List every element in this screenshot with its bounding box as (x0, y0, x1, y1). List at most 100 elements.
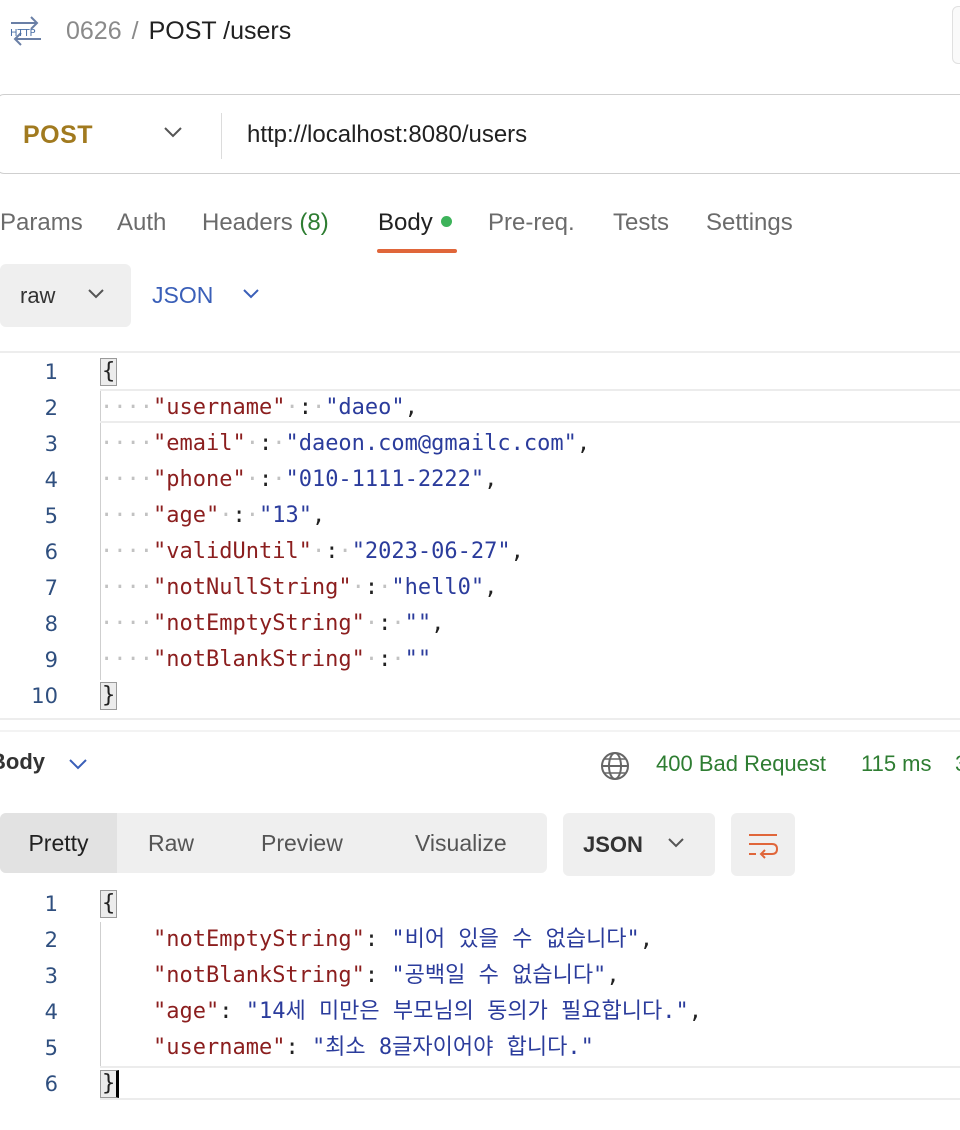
code-line: 6 } (0, 1066, 960, 1102)
comma: , (311, 503, 326, 528)
http-icon: HTTP (8, 14, 44, 53)
json-key: "notEmptyString" (152, 927, 365, 952)
url-input[interactable]: http://localhost:8080/users (247, 95, 527, 175)
tab-headers[interactable]: Headers (8) (202, 200, 329, 250)
json-value: "공백일 수 없습니다" (391, 963, 607, 988)
code-line: 9 ····"notBlankString"·:·"" (0, 642, 960, 678)
code-line: 4 "age": "14세 미만은 부모님의 동의가 필요합니다.", (0, 994, 960, 1030)
tab-preview[interactable]: Preview (261, 813, 343, 873)
json-value: "daeo" (325, 395, 405, 420)
json-value: "daeon.com@gmailc.com" (285, 431, 577, 456)
divider (0, 351, 960, 353)
request-tabs: Params Auth Headers (8) Body Pre-req. Te… (0, 200, 960, 260)
tab-auth[interactable]: Auth (117, 200, 166, 250)
tab-label: Tests (613, 209, 670, 236)
json-key: "notNullString" (152, 575, 352, 600)
response-section-select[interactable]: Body (0, 749, 45, 775)
brace: } (100, 682, 118, 710)
response-format-label: JSON (583, 832, 643, 857)
http-request-view: HTTP 0626 / POST /users POST http://localh… (0, 0, 960, 1130)
json-key: "notEmptyString" (152, 611, 365, 636)
tab-label: Body (378, 209, 433, 236)
body-type-label: raw (20, 283, 56, 308)
status-badge[interactable]: 400 Bad Request (656, 751, 826, 777)
line-number: 5 (44, 1036, 58, 1060)
body-type-select[interactable]: raw (0, 264, 131, 327)
tab-settings[interactable]: Settings (706, 200, 793, 250)
json-value: "2023-06-27" (351, 539, 511, 564)
breadcrumb-collection[interactable]: 0626 (66, 17, 122, 45)
comma: , (404, 395, 418, 420)
line-number: 7 (44, 576, 58, 600)
comma: , (576, 431, 591, 456)
chevron-down-icon[interactable] (68, 757, 88, 776)
brace: { (100, 890, 118, 918)
body-indicator-dot (440, 216, 452, 227)
tab-visualize[interactable]: Visualize (415, 813, 507, 873)
tab-body[interactable]: Body (378, 200, 452, 250)
wrap-lines-button[interactable] (731, 813, 795, 876)
json-key: "username" (152, 395, 286, 420)
json-key: "notBlankString" (152, 963, 365, 988)
line-number: 2 (44, 928, 58, 952)
headers-count-badge: (8) (299, 209, 329, 236)
resize-handle[interactable] (0, 730, 960, 732)
json-value: "비어 있을 수 없습니다" (391, 927, 640, 952)
json-key: "validUntil" (152, 539, 312, 564)
header-action-button[interactable] (952, 6, 960, 64)
response-time[interactable]: 115 ms (861, 751, 932, 777)
divider (0, 718, 960, 720)
breadcrumb-separator: / (131, 17, 139, 45)
active-tab-indicator (377, 249, 457, 253)
code-line: 7 ····"notNullString"·:·"hell0", (0, 570, 960, 606)
breadcrumb: 0626 / POST /users (66, 14, 291, 48)
tab-raw[interactable]: Raw (148, 813, 194, 873)
code-line: 5 "username": "최소 8글자이어야 합니다." (0, 1030, 960, 1066)
line-number: 1 (44, 360, 58, 384)
code-line: 8 ····"notEmptyString"·:·"", (0, 606, 960, 642)
code-line: 4 ····"phone"·:·"010-1111-2222", (0, 462, 960, 498)
code-line: 3 ····"email"·:·"daeon.com@gmailc.com", (0, 426, 960, 462)
globe-icon[interactable] (600, 751, 630, 786)
code-line: 2 ····"username"·:·"daeo", (0, 390, 960, 426)
tab-pretty[interactable]: Pretty (0, 813, 117, 873)
json-key: "email" (152, 431, 246, 456)
code-line: 1 { (0, 354, 960, 390)
tab-tests[interactable]: Tests (613, 200, 669, 250)
body-language-label: JSON (152, 282, 214, 308)
json-key: "username" (152, 1035, 286, 1060)
response-format-select[interactable]: JSON (563, 813, 715, 876)
wrap-icon (749, 834, 779, 859)
line-number: 2 (44, 396, 58, 420)
line-number: 10 (31, 684, 58, 708)
method-select[interactable]: POST (23, 95, 93, 175)
tab-params[interactable]: Params (0, 200, 83, 250)
json-value: "010-1111-2222" (285, 467, 485, 492)
code-line: 5 ····"age"·:·"13", (0, 498, 960, 534)
json-value: "최소 8글자이어야 합니다." (311, 1035, 594, 1060)
line-number: 6 (44, 540, 58, 564)
response-view-tabs: Pretty Raw Preview Visualize (0, 813, 547, 873)
request-title[interactable]: POST /users (149, 17, 292, 45)
json-value: "13" (258, 503, 312, 528)
response-header: Body 400 Bad Request 115 ms 3 (0, 735, 960, 795)
comma: , (484, 467, 498, 492)
line-number: 4 (44, 468, 58, 492)
tab-label: Auth (117, 209, 167, 236)
line-number: 4 (44, 1000, 58, 1024)
json-key: "age" (152, 503, 220, 528)
response-size[interactable]: 3 (955, 751, 960, 777)
code-line: 2 "notEmptyString": "비어 있을 수 없습니다", (0, 922, 960, 958)
chevron-down-icon (667, 836, 685, 855)
json-value: "hell0" (391, 575, 485, 600)
json-key: "phone" (152, 467, 246, 492)
tab-pre-request[interactable]: Pre-req. (488, 200, 575, 250)
code-line: 10 } (0, 678, 960, 714)
chevron-down-icon (242, 287, 260, 306)
chevron-down-icon[interactable] (163, 125, 183, 144)
url-bar: POST http://localhost:8080/users (0, 94, 960, 174)
tab-label: Settings (706, 209, 793, 236)
code-line: 3 "notBlankString": "공백일 수 없습니다", (0, 958, 960, 994)
json-value: "14세 미만은 부모님의 동의가 필요합니다." (245, 999, 689, 1024)
brace: { (100, 358, 118, 386)
